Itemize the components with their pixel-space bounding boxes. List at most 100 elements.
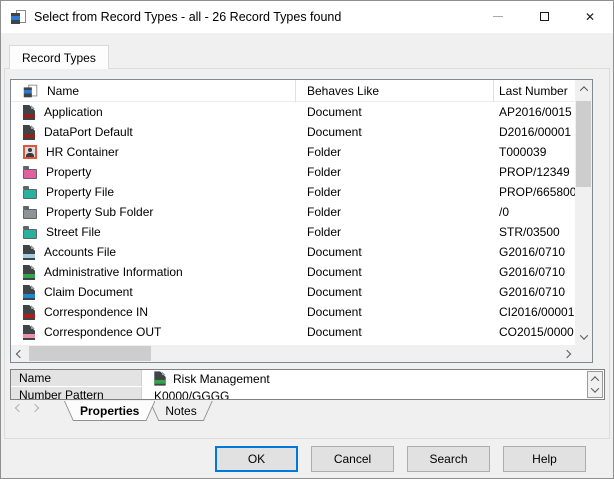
column-header-name[interactable]: Name [11, 80, 296, 102]
select-record-types-dialog: Select from Record Types - all - 26 Reco… [0, 0, 614, 479]
property-label: Number Pattern [11, 387, 142, 400]
row-name-cell: Accounts File [11, 245, 296, 260]
table-row[interactable]: DataPort DefaultDocumentD2016/00001 [11, 122, 592, 142]
doc-icon [154, 371, 165, 385]
search-button[interactable]: Search [407, 446, 490, 472]
row-name-label: DataPort Default [44, 125, 133, 139]
property-row: Number Pattern K0000/GGGG [11, 387, 604, 400]
scroll-left-icon [15, 349, 23, 357]
property-value: K0000/GGGG [142, 389, 604, 401]
bottom-tab-label: Notes [165, 404, 196, 418]
scroll-up-button[interactable] [575, 80, 592, 97]
folder-icon [23, 169, 37, 179]
row-name-label: Property [46, 165, 91, 179]
row-name-cell: Property Sub Folder [11, 205, 296, 219]
row-behaves-like-cell: Document [296, 305, 494, 319]
property-grid-scroll[interactable] [587, 371, 603, 398]
dialog-buttons: OK Cancel Search Help [1, 446, 586, 472]
tab-nav-right-icon[interactable] [31, 404, 39, 412]
minimize-button[interactable] [475, 1, 521, 32]
close-button[interactable]: ✕ [567, 1, 613, 32]
row-behaves-like-cell: Folder [296, 165, 494, 179]
row-behaves-like-cell: Document [296, 285, 494, 299]
window-controls: ✕ [475, 1, 613, 32]
row-name-cell: Property File [11, 185, 296, 199]
table-row[interactable]: Accounts FileDocumentG2016/0710 [11, 242, 592, 262]
properties-preview-grid: Name Risk Management Number Pattern K0000/G… [10, 369, 605, 400]
record-type-rows: ApplicationDocumentAP2016/0015 DataPort D… [11, 102, 592, 342]
table-row[interactable]: Property Sub FolderFolder/0 [11, 202, 592, 222]
doc-icon [23, 265, 35, 280]
row-behaves-like-cell: Folder [296, 205, 494, 219]
scroll-right-icon [562, 349, 570, 357]
doc-icon [23, 285, 35, 300]
ok-button[interactable]: OK [215, 446, 298, 472]
row-name-cell: Property [11, 165, 296, 179]
property-label: Name [11, 370, 142, 386]
bottom-tab-notes[interactable]: Notes [149, 401, 212, 421]
folder-icon [23, 209, 37, 219]
table-row[interactable]: Claim DocumentDocumentG2016/0710 [11, 282, 592, 302]
row-name-cell: Correspondence IN [11, 305, 296, 320]
scrollbar-corner [575, 345, 592, 362]
row-behaves-like-cell: Document [296, 105, 494, 119]
scroll-up-icon [579, 86, 587, 94]
app-icon [11, 10, 26, 24]
hr-person-icon [23, 145, 37, 159]
row-name-label: Correspondence OUT [44, 325, 161, 339]
cancel-button[interactable]: Cancel [311, 446, 394, 472]
window-title: Select from Record Types - all - 26 Reco… [34, 10, 341, 24]
doc-icon [23, 105, 35, 120]
bottom-tab-label: Properties [80, 404, 139, 418]
table-row[interactable]: Correspondence OUTDocumentCO2015/0000 [11, 322, 592, 342]
doc-icon [23, 125, 35, 140]
table-row[interactable]: Property FileFolderPROP/665800 [11, 182, 592, 202]
column-header-name-label: Name [47, 84, 79, 98]
table-row[interactable]: HR ContainerFolderT000039 [11, 142, 592, 162]
row-name-cell: Administrative Information [11, 265, 296, 280]
bottom-tab-strip: Properties Notes [10, 401, 213, 422]
row-name-label: Accounts File [44, 245, 116, 259]
folder-icon [23, 229, 37, 239]
scroll-right-button[interactable] [558, 345, 575, 362]
column-header-behaves-like[interactable]: Behaves Like [296, 80, 494, 102]
close-icon: ✕ [585, 11, 595, 23]
table-row[interactable]: ApplicationDocumentAP2016/0015 [11, 102, 592, 122]
table-row[interactable]: Correspondence INDocumentCI2016/00001 [11, 302, 592, 322]
doc-icon [23, 305, 35, 320]
row-behaves-like-cell: Document [296, 325, 494, 339]
row-name-cell: Correspondence OUT [11, 325, 296, 340]
scroll-down-button[interactable] [575, 328, 592, 345]
scroll-down-icon[interactable] [591, 384, 599, 392]
row-name-cell: Street File [11, 225, 296, 239]
table-row[interactable]: Street FileFolderSTR/03500 [11, 222, 592, 242]
property-value-label: Risk Management [173, 372, 270, 386]
tab-record-types-label: Record Types [22, 51, 96, 65]
row-name-cell: Claim Document [11, 285, 296, 300]
tab-nav [10, 401, 46, 411]
row-behaves-like-cell: Document [296, 265, 494, 279]
horizontal-scrollbar[interactable] [11, 345, 575, 362]
row-behaves-like-cell: Document [296, 245, 494, 259]
titlebar: Select from Record Types - all - 26 Reco… [1, 1, 613, 33]
bottom-tab-properties[interactable]: Properties [64, 401, 155, 421]
row-name-label: Property Sub Folder [46, 205, 153, 219]
scroll-left-button[interactable] [11, 345, 28, 362]
horizontal-scrollbar-thumb[interactable] [29, 346, 151, 361]
property-value-label: K0000/GGGG [154, 389, 229, 401]
row-name-label: Administrative Information [44, 265, 183, 279]
table-row[interactable]: PropertyFolderPROP/12349 [11, 162, 592, 182]
doc-icon [23, 245, 35, 260]
row-behaves-like-cell: Document [296, 125, 494, 139]
maximize-button[interactable] [521, 1, 567, 32]
vertical-scrollbar-thumb[interactable] [576, 101, 591, 187]
tab-nav-left-icon[interactable] [15, 404, 23, 412]
row-name-label: HR Container [46, 145, 119, 159]
tab-record-types[interactable]: Record Types [9, 45, 109, 69]
row-name-cell: HR Container [11, 145, 296, 159]
row-behaves-like-cell: Folder [296, 145, 494, 159]
vertical-scrollbar[interactable] [575, 80, 592, 345]
help-button[interactable]: Help [503, 446, 586, 472]
row-behaves-like-cell: Folder [296, 185, 494, 199]
table-row[interactable]: Administrative InformationDocumentG2016/… [11, 262, 592, 282]
